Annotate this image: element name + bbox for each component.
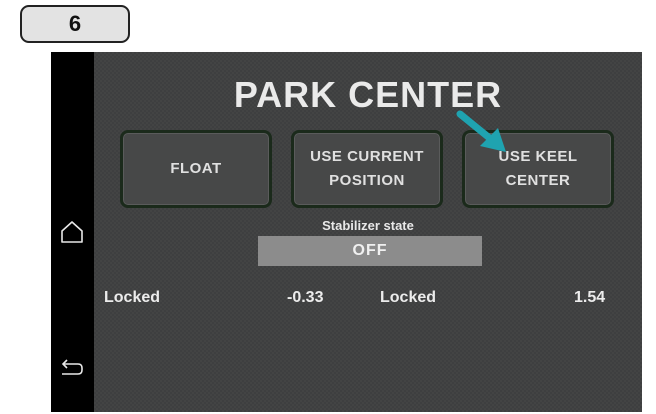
use-current-position-button[interactable]: USE CURRENT POSITION	[291, 130, 443, 208]
float-button-label: FLOAT	[170, 160, 222, 177]
left-lock-status: Locked	[104, 289, 161, 306]
park-center-panel: PARK CENTER FLOAT USE CURRENT POSITION U…	[94, 52, 642, 412]
use-keel-center-label-line2: CENTER	[505, 172, 571, 189]
pointer-arrow-icon	[456, 110, 506, 152]
use-current-position-label-line2: POSITION	[329, 172, 405, 189]
back-icon[interactable]	[60, 358, 84, 380]
left-readout-value: -0.33	[287, 289, 324, 306]
use-current-position-label-line1: USE CURRENT	[310, 148, 424, 165]
stabilizer-state-label: Stabilizer state	[322, 218, 414, 233]
stabilizer-state-value: OFF	[258, 236, 482, 266]
device-screen: PARK CENTER FLOAT USE CURRENT POSITION U…	[51, 52, 642, 412]
home-icon[interactable]	[60, 220, 84, 244]
float-button[interactable]: FLOAT	[120, 130, 272, 208]
system-nav-bar	[51, 52, 94, 412]
right-lock-status: Locked	[380, 289, 437, 306]
right-readout-value: 1.54	[574, 289, 606, 306]
step-number-badge: 6	[20, 5, 130, 43]
page-title: PARK CENTER	[233, 74, 503, 115]
